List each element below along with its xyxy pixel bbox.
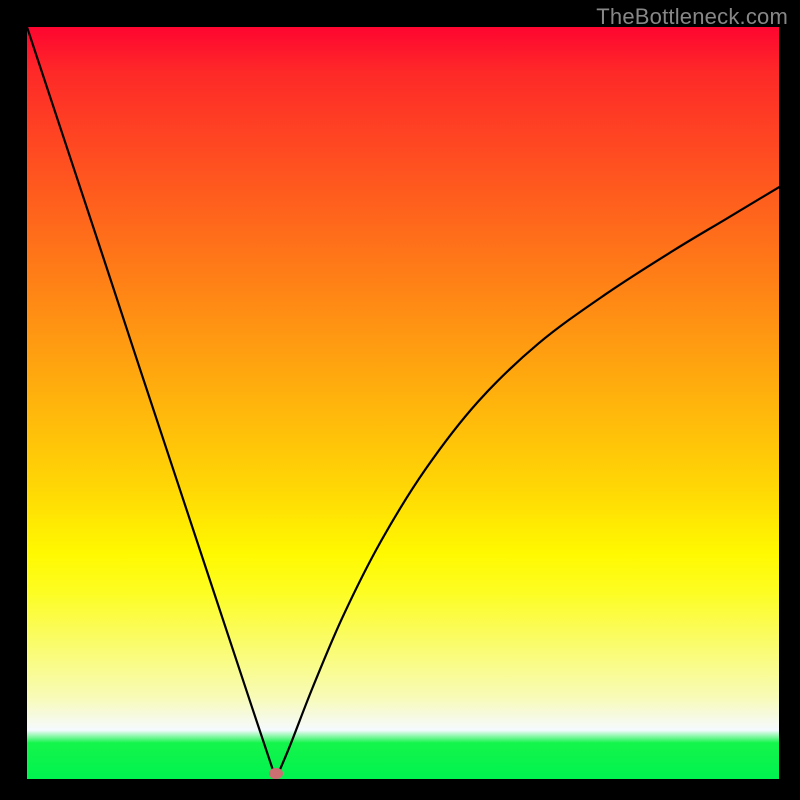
chart-frame: TheBottleneck.com bbox=[0, 0, 800, 800]
min-marker bbox=[269, 768, 283, 779]
chart-curve bbox=[27, 27, 779, 779]
watermark-text: TheBottleneck.com bbox=[596, 4, 788, 30]
